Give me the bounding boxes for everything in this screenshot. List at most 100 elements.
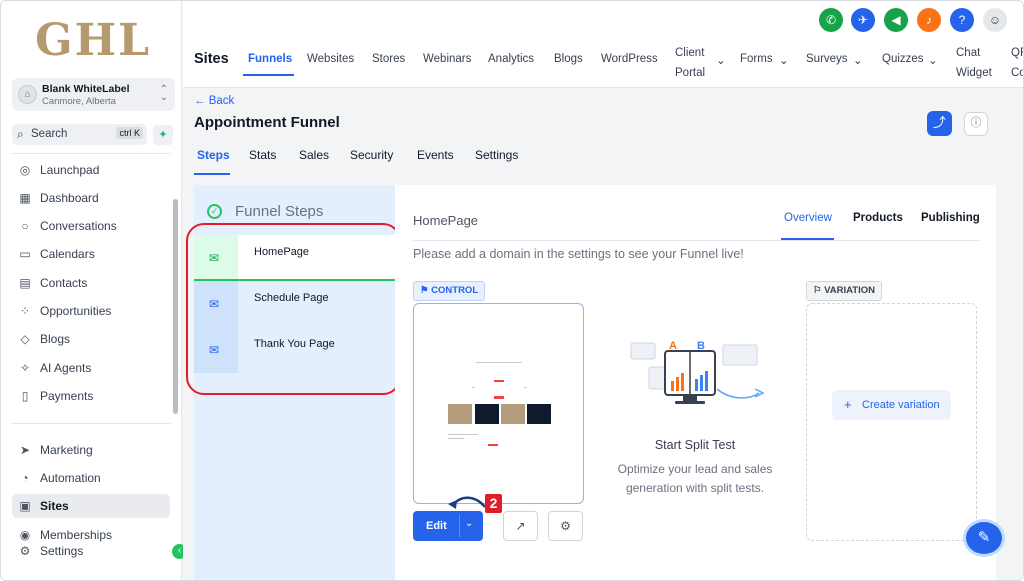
tab-sales[interactable]: Sales	[299, 148, 329, 162]
sparkle-icon: ✧	[19, 361, 31, 375]
tab-quizzes[interactable]: Quizzes	[882, 53, 924, 65]
share-icon[interactable]: ⤴	[927, 111, 952, 136]
active-tab-indicator	[243, 74, 294, 76]
plus-icon: +	[844, 397, 852, 412]
account-location: Canmore, Alberta	[42, 96, 116, 107]
help-icon[interactable]: ?	[950, 8, 974, 32]
preview-image	[475, 404, 499, 424]
tab-analytics[interactable]: Analytics	[488, 53, 534, 65]
edit-button-label: Edit	[426, 520, 447, 532]
variation-placeholder	[806, 303, 977, 541]
tab-forms[interactable]: Forms	[740, 53, 773, 65]
satellite-icon[interactable]: ✈	[851, 8, 875, 32]
sidebar-scrollbar[interactable]	[173, 199, 178, 414]
sidebar-item-conversations[interactable]: ○ Conversations	[12, 214, 170, 238]
sidebar-item-marketing[interactable]: ➤ Marketing	[12, 438, 170, 462]
tab-publishing[interactable]: Publishing	[921, 212, 980, 224]
sidebar-divider	[11, 153, 171, 154]
tab-steps[interactable]: Steps	[197, 148, 230, 162]
sidebar-item-label: Dashboard	[40, 191, 99, 205]
sidebar-item-blogs[interactable]: ◇ Blogs	[12, 327, 170, 351]
button-separator	[459, 515, 460, 537]
sidebar-item-payments[interactable]: ▯ Payments	[12, 384, 170, 408]
tab-stores[interactable]: Stores	[372, 53, 405, 65]
preview-button	[488, 444, 498, 446]
edit-button[interactable]: Edit ⌄	[413, 511, 483, 541]
sidebar-item-dashboard[interactable]: ▦ Dashboard	[12, 186, 170, 210]
gear-icon: ⚙	[19, 544, 31, 558]
funnel-steps-title: Funnel Steps	[235, 203, 324, 220]
active-tab-indicator	[781, 238, 834, 240]
user-avatar[interactable]: ☺	[983, 8, 1007, 32]
info-icon[interactable]: ⓘ	[964, 112, 988, 136]
tab-surveys[interactable]: Surveys	[806, 53, 848, 65]
sidebar-item-label: AI Agents	[40, 361, 92, 375]
megaphone-icon[interactable]: ◀	[884, 8, 908, 32]
step-detail-card: HomePage Overview Products Publishing Pl…	[395, 185, 996, 580]
tab-wordpress[interactable]: WordPress	[601, 53, 658, 65]
variation-tag-label: VARIATION	[824, 285, 875, 296]
chevron-down-icon[interactable]: ⌄	[465, 518, 473, 529]
annotation-badge: 2	[485, 494, 502, 513]
sidebar-item-label: Conversations	[40, 219, 117, 233]
sidebar-item-label: Blogs	[40, 332, 71, 346]
gear-icon[interactable]: ⚙	[548, 511, 583, 541]
tab-stats[interactable]: Stats	[249, 148, 276, 162]
bell-icon[interactable]: ♪	[917, 8, 941, 32]
sidebar-item-contacts[interactable]: ▤ Contacts	[12, 271, 170, 295]
search-box[interactable]: ⌕ Search ctrl K	[12, 124, 147, 145]
account-switcher[interactable]: ⌂ Blank WhiteLabel Canmore, Alberta ⌃ ⌄	[12, 78, 175, 111]
sidebar-item-ai-agents[interactable]: ✧ AI Agents	[12, 356, 170, 380]
sidebar-divider	[11, 423, 171, 424]
contacts-icon: ▤	[19, 276, 31, 290]
back-link[interactable]: ← Back	[194, 95, 234, 107]
sidebar-item-launchpad[interactable]: ◎ Launchpad	[12, 158, 170, 182]
chevron-updown-icon: ⌃ ⌄	[159, 84, 168, 103]
chevron-down-icon: ⌄	[716, 55, 726, 67]
tab-funnels[interactable]: Funnels	[248, 53, 292, 65]
tab-websites[interactable]: Websites	[307, 53, 354, 65]
control-tag: ⚑ CONTROL	[413, 281, 486, 301]
sidebar-item-label: Contacts	[40, 276, 88, 290]
sidebar-item-settings[interactable]: ⚙ Settings	[12, 539, 170, 563]
tab-webinars[interactable]: Webinars	[423, 53, 471, 65]
sidebar-item-label: Payments	[40, 389, 94, 403]
sidebar-item-label: Opportunities	[40, 304, 112, 318]
page-preview-thumbnail[interactable]	[413, 303, 584, 504]
tab-events[interactable]: Events	[417, 148, 454, 162]
sidebar-item-automation[interactable]: ◔ Automation	[12, 466, 170, 490]
phone-icon[interactable]: ✆	[819, 8, 843, 32]
tab-settings[interactable]: Settings	[475, 148, 518, 162]
tab-qr-codes[interactable]: QR Co	[1011, 43, 1023, 83]
open-external-icon[interactable]: ↗	[503, 511, 538, 541]
grid-icon: ▦	[19, 191, 31, 205]
preview-image	[448, 404, 472, 424]
tab-chat-widget[interactable]: Chat Widget	[956, 43, 992, 83]
tab-client-portal[interactable]: Client Portal	[675, 43, 705, 83]
sidebar-item-sites[interactable]: ▣ Sites	[12, 494, 170, 518]
tab-security[interactable]: Security	[350, 148, 393, 162]
chevron-down-icon: ⌄	[853, 55, 863, 67]
tab-blogs[interactable]: Blogs	[554, 53, 583, 65]
search-shortcut: ctrl K	[116, 127, 143, 139]
sidebar-item-calendars[interactable]: ▭ Calendars	[12, 242, 170, 266]
ai-sparkle-icon[interactable]: ✦	[153, 125, 173, 145]
account-name: Blank WhiteLabel	[42, 83, 130, 95]
tab-products[interactable]: Products	[853, 212, 903, 224]
preview-text	[448, 434, 478, 435]
automation-icon: ◔	[21, 471, 29, 485]
flag-icon: ⚐	[813, 285, 825, 296]
create-variation-button[interactable]: + Create variation	[832, 390, 951, 420]
chevron-down-icon: ⌄	[928, 55, 938, 67]
sidebar-item-opportunities[interactable]: ⁘ Opportunities	[12, 299, 170, 323]
calendar-icon: ▭	[19, 247, 31, 261]
annotation-highlight	[186, 223, 401, 395]
tab-overview[interactable]: Overview	[784, 212, 832, 224]
create-variation-label: Create variation	[862, 399, 940, 411]
chat-widget-icon[interactable]: ✎	[963, 519, 1005, 557]
preview-button	[494, 380, 504, 382]
sidebar-item-label: Calendars	[40, 247, 95, 261]
preview-image	[527, 404, 551, 424]
sidebar-item-label: Marketing	[40, 443, 93, 457]
split-test-description: Optimize your lead and sales generation …	[617, 462, 773, 495]
